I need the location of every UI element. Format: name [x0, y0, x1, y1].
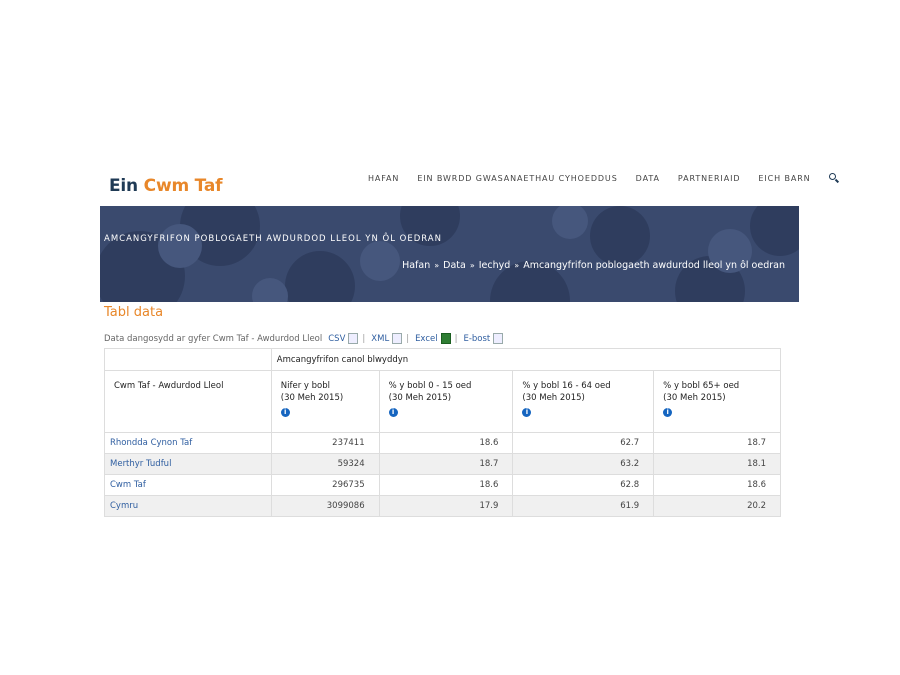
col-header-16-64-label: % y bobl 16 - 64 oed: [522, 381, 611, 391]
nav-partneriaid[interactable]: PARTNERIAID: [678, 174, 741, 183]
row-pct-16-64: 62.8: [512, 474, 655, 496]
breadcrumb-separator: »: [514, 261, 520, 270]
download-intro: Data dangosydd ar gyfer Cwm Taf - Awdurd…: [104, 333, 323, 344]
row-count: 237411: [270, 432, 380, 454]
logo-part2: Cwm Taf: [143, 176, 223, 196]
row-pct-16-64: 61.9: [512, 495, 655, 517]
table-row: Merthyr Tudful 59324 18.7 63.2 18.1: [104, 453, 781, 475]
nav-data[interactable]: DATA: [636, 174, 660, 183]
row-area-link[interactable]: Rhondda Cynon Taf: [104, 432, 272, 454]
page-title: AMCANGYFRIFON POBLOGAETH AWDURDOD LLEOL …: [104, 234, 442, 244]
row-pct-0-15: 18.7: [378, 453, 514, 475]
nav-hafan[interactable]: HAFAN: [368, 174, 399, 183]
info-icon[interactable]: i: [522, 408, 532, 417]
col-header-count: Nifer y bobl (30 Meh 2015) i: [270, 370, 380, 433]
row-area-link[interactable]: Cwm Taf: [104, 474, 272, 496]
email-link[interactable]: E-bost: [463, 334, 490, 344]
logo-part1: Ein: [109, 176, 138, 196]
table-corner-cell: [104, 348, 272, 371]
banner-trees-illustration: [100, 206, 799, 302]
row-pct-65plus: 18.6: [653, 474, 781, 496]
link-divider: |: [454, 333, 458, 344]
col-header-0-15-date: (30 Meh 2015): [388, 393, 452, 403]
table-row: Rhondda Cynon Taf 237411 18.6 62.7 18.7: [104, 432, 781, 454]
info-icon[interactable]: i: [388, 408, 398, 417]
email-icon[interactable]: [493, 333, 504, 344]
csv-file-icon[interactable]: [348, 333, 359, 344]
row-pct-65plus: 18.7: [653, 432, 781, 454]
col-header-16-64-date: (30 Meh 2015): [522, 393, 585, 403]
row-pct-65plus: 18.1: [653, 453, 781, 475]
col-header-0-15: % y bobl 0 - 15 oed (30 Meh 2015) i: [378, 370, 514, 433]
col-header-area: Cwm Taf - Awdurdod Lleol: [104, 370, 272, 433]
link-divider: |: [362, 333, 366, 344]
col-header-count-label: Nifer y bobl: [280, 381, 330, 391]
section-title: Tabl data: [104, 305, 164, 320]
row-pct-0-15: 18.6: [378, 432, 514, 454]
download-links: Data dangosydd ar gyfer Cwm Taf - Awdurd…: [104, 333, 504, 344]
info-icon[interactable]: i: [663, 408, 673, 417]
row-area-link[interactable]: Cymru: [104, 495, 272, 517]
col-header-0-15-label: % y bobl 0 - 15 oed: [388, 381, 472, 391]
breadcrumb-separator: »: [469, 261, 475, 270]
breadcrumb-hafan[interactable]: Hafan: [402, 260, 430, 271]
col-header-65plus: % y bobl 65+ oed (30 Meh 2015) i: [653, 370, 781, 433]
breadcrumb-iechyd[interactable]: Iechyd: [479, 260, 511, 271]
table-group-header-row: Amcangyfrifon canol blwyddyn: [104, 348, 782, 371]
data-table: Amcangyfrifon canol blwyddyn Cwm Taf - A…: [104, 348, 782, 517]
site-logo[interactable]: Ein Cwm Taf: [109, 176, 223, 196]
search-icon[interactable]: [828, 173, 839, 183]
row-pct-16-64: 63.2: [512, 453, 655, 475]
table-row: Cymru 3099086 17.9 61.9 20.2: [104, 495, 781, 517]
group-header: Amcangyfrifon canol blwyddyn: [270, 348, 782, 371]
col-header-count-date: (30 Meh 2015): [280, 393, 344, 403]
row-count: 59324: [270, 453, 380, 475]
col-header-65plus-label: % y bobl 65+ oed: [663, 381, 740, 391]
row-area-link[interactable]: Merthyr Tudful: [104, 453, 272, 475]
nav-ein-bwrdd[interactable]: EIN BWRDD GWASANAETHAU CYHOEDDUS: [417, 174, 617, 183]
row-count: 3099086: [270, 495, 380, 517]
table-header-row: Cwm Taf - Awdurdod Lleol Nifer y bobl (3…: [104, 370, 781, 433]
row-pct-65plus: 20.2: [653, 495, 781, 517]
excel-file-icon[interactable]: [440, 333, 451, 344]
col-header-65plus-date: (30 Meh 2015): [663, 393, 726, 403]
col-header-16-64: % y bobl 16 - 64 oed (30 Meh 2015) i: [512, 370, 655, 433]
breadcrumb-data[interactable]: Data: [443, 260, 466, 271]
breadcrumb: Hafan» Data» Iechyd» Amcangyfrifon poblogae…: [402, 260, 785, 271]
info-icon[interactable]: i: [280, 408, 290, 417]
main-nav: HAFAN EIN BWRDD GWASANAETHAU CYHOEDDUS D…: [368, 173, 839, 183]
breadcrumb-current: Amcangyfrifon poblogaeth awdurdod lleol …: [523, 260, 785, 271]
row-count: 296735: [270, 474, 380, 496]
link-divider: |: [406, 333, 410, 344]
row-pct-0-15: 17.9: [378, 495, 514, 517]
xml-file-icon[interactable]: [392, 333, 403, 344]
excel-link[interactable]: Excel: [415, 334, 438, 344]
xml-link[interactable]: XML: [371, 334, 389, 344]
nav-eich-barn[interactable]: EICH BARN: [758, 174, 810, 183]
csv-link[interactable]: CSV: [328, 334, 345, 344]
table-row: Cwm Taf 296735 18.6 62.8 18.6: [104, 474, 781, 496]
breadcrumb-separator: »: [434, 261, 440, 270]
page-banner: AMCANGYFRIFON POBLOGAETH AWDURDOD LLEOL …: [100, 206, 799, 302]
row-pct-0-15: 18.6: [378, 474, 514, 496]
row-pct-16-64: 62.7: [512, 432, 655, 454]
